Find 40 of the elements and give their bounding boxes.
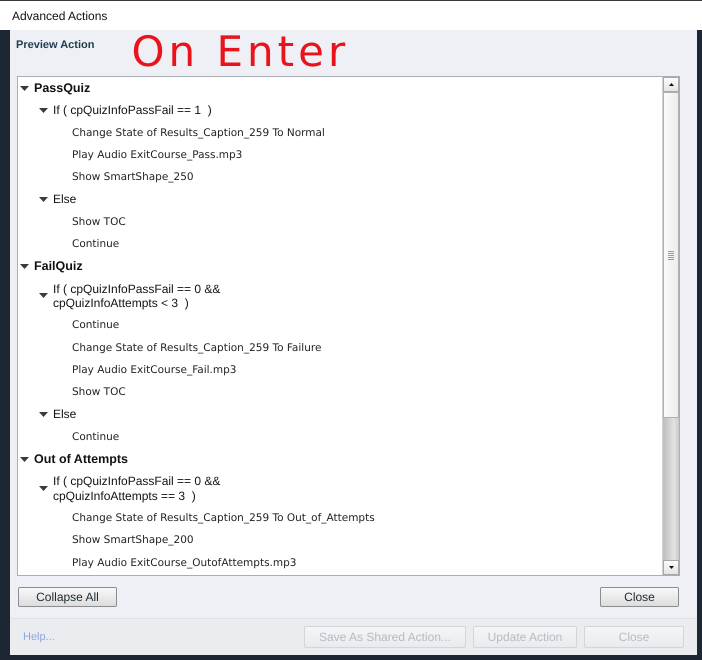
caret-down-icon[interactable]	[39, 412, 48, 418]
window-title: Advanced Actions	[12, 8, 108, 22]
action-item[interactable]: Play Audio ExitCourse_Pass.mp3	[72, 148, 242, 162]
condition-item[interactable]: If ( cpQuizInfoPassFail == 1 )	[53, 103, 212, 118]
action-item[interactable]: Play Audio ExitCourse_OutofAttempts.mp3	[72, 556, 296, 570]
action-group-item[interactable]: Out of Attempts	[34, 452, 128, 466]
arrow-up-icon	[668, 83, 674, 86]
caret-down-icon[interactable]	[39, 108, 48, 113]
arrow-down-icon	[668, 566, 674, 569]
collapse-all-button[interactable]: Collapse All	[18, 587, 117, 607]
caret-down-icon[interactable]	[20, 86, 29, 91]
caret-down-icon[interactable]	[20, 456, 29, 462]
caret-down-icon[interactable]	[39, 293, 48, 298]
action-item[interactable]: Show TOC	[72, 214, 126, 230]
handwritten-annotation: On Enter	[131, 31, 350, 73]
close-button[interactable]: Close	[600, 587, 679, 607]
caret-down-icon[interactable]	[39, 486, 48, 492]
action-item[interactable]: Show TOC	[72, 385, 126, 400]
action-item[interactable]: Continue	[72, 237, 120, 252]
caret-down-icon[interactable]	[20, 264, 29, 270]
action-item[interactable]: Change State of Results_Caption_259 To Normal	[72, 126, 325, 140]
action-group-item[interactable]: PassQuiz	[34, 81, 90, 96]
action-item[interactable]: Continue	[72, 318, 120, 333]
caret-down-icon[interactable]	[39, 197, 48, 202]
action-item[interactable]: Change State of Results_Caption_259 To Failure	[72, 340, 322, 355]
scrollbar-thumb[interactable]	[663, 92, 679, 418]
action-item[interactable]: Play Audio ExitCourse_Fail.mp3	[72, 362, 236, 378]
action-group-item[interactable]: FailQuiz	[34, 259, 83, 274]
grip-icon	[668, 250, 674, 260]
action-item[interactable]: Change State of Results_Caption_259 To Out_of_Attempts	[72, 510, 375, 526]
scroll-up-button[interactable]	[663, 77, 679, 92]
section-heading: Preview Action	[16, 39, 94, 51]
action-item[interactable]: Continue	[72, 430, 120, 444]
condition-item[interactable]: If ( cpQuizInfoPassFail == 0 && cpQuizInfoAttempts < 3 )	[53, 282, 220, 310]
scroll-down-button[interactable]	[663, 560, 679, 575]
action-item[interactable]: Show SmartShape_250	[72, 170, 194, 184]
condition-item[interactable]: If ( cpQuizInfoPassFail == 0 && cpQuizInfoAttempts == 3 )	[53, 474, 220, 503]
condition-item[interactable]: Else	[53, 192, 76, 207]
condition-item[interactable]: Else	[53, 407, 76, 422]
action-item[interactable]: Show SmartShape_200	[72, 533, 194, 548]
